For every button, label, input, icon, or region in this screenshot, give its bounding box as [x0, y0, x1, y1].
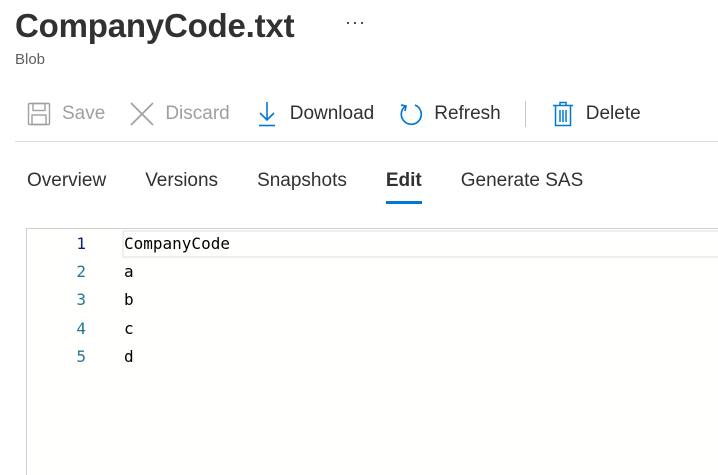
- line-number: 3: [76, 290, 86, 309]
- save-label: Save: [62, 103, 106, 124]
- download-icon: [254, 100, 280, 128]
- line-number: 2: [76, 262, 86, 281]
- tab-snapshots[interactable]: Snapshots: [257, 170, 347, 204]
- download-label: Download: [289, 103, 375, 124]
- refresh-icon: [398, 100, 424, 128]
- more-options-button[interactable]: ···: [345, 12, 366, 33]
- line-text[interactable]: a: [124, 258, 134, 286]
- line-number: 4: [76, 319, 86, 338]
- line-text[interactable]: b: [124, 286, 134, 314]
- line-text[interactable]: c: [124, 315, 134, 343]
- line-text[interactable]: d: [124, 343, 134, 371]
- line-number: 5: [76, 347, 86, 366]
- trash-icon: [550, 100, 576, 128]
- editor-line[interactable]: 3 b: [27, 286, 718, 314]
- line-text[interactable]: CompanyCode: [124, 230, 230, 258]
- download-button[interactable]: Download: [254, 100, 375, 128]
- page-subtitle: Blob: [15, 51, 46, 68]
- editor-line[interactable]: 2 a: [27, 258, 718, 286]
- line-number: 1: [76, 234, 86, 253]
- command-bar: Save Discard Download Refresh Delete: [26, 96, 665, 132]
- delete-button[interactable]: Delete: [550, 100, 641, 128]
- toolbar-separator: [524, 101, 526, 127]
- discard-label: Discard: [165, 103, 230, 124]
- save-icon: [26, 100, 52, 128]
- refresh-button[interactable]: Refresh: [398, 100, 501, 128]
- page-title: CompanyCode.txt: [15, 7, 295, 44]
- close-icon: [129, 100, 155, 128]
- tab-edit[interactable]: Edit: [385, 170, 422, 204]
- delete-label: Delete: [585, 103, 641, 124]
- code-editor[interactable]: 1 CompanyCode 2 a 3 b 4 c 5 d: [26, 228, 718, 475]
- tab-generate-sas[interactable]: Generate SAS: [461, 170, 584, 204]
- editor-line[interactable]: 4 c: [27, 315, 718, 343]
- tab-bar: Overview Versions Snapshots Edit Generat…: [27, 170, 622, 204]
- command-bar-divider: [15, 141, 718, 142]
- refresh-label: Refresh: [434, 103, 501, 124]
- save-button[interactable]: Save: [26, 100, 105, 128]
- editor-line[interactable]: 5 d: [27, 343, 718, 371]
- tab-versions[interactable]: Versions: [145, 170, 218, 204]
- editor-line[interactable]: 1 CompanyCode: [27, 230, 718, 258]
- discard-button[interactable]: Discard: [129, 100, 230, 128]
- tab-overview[interactable]: Overview: [27, 170, 106, 204]
